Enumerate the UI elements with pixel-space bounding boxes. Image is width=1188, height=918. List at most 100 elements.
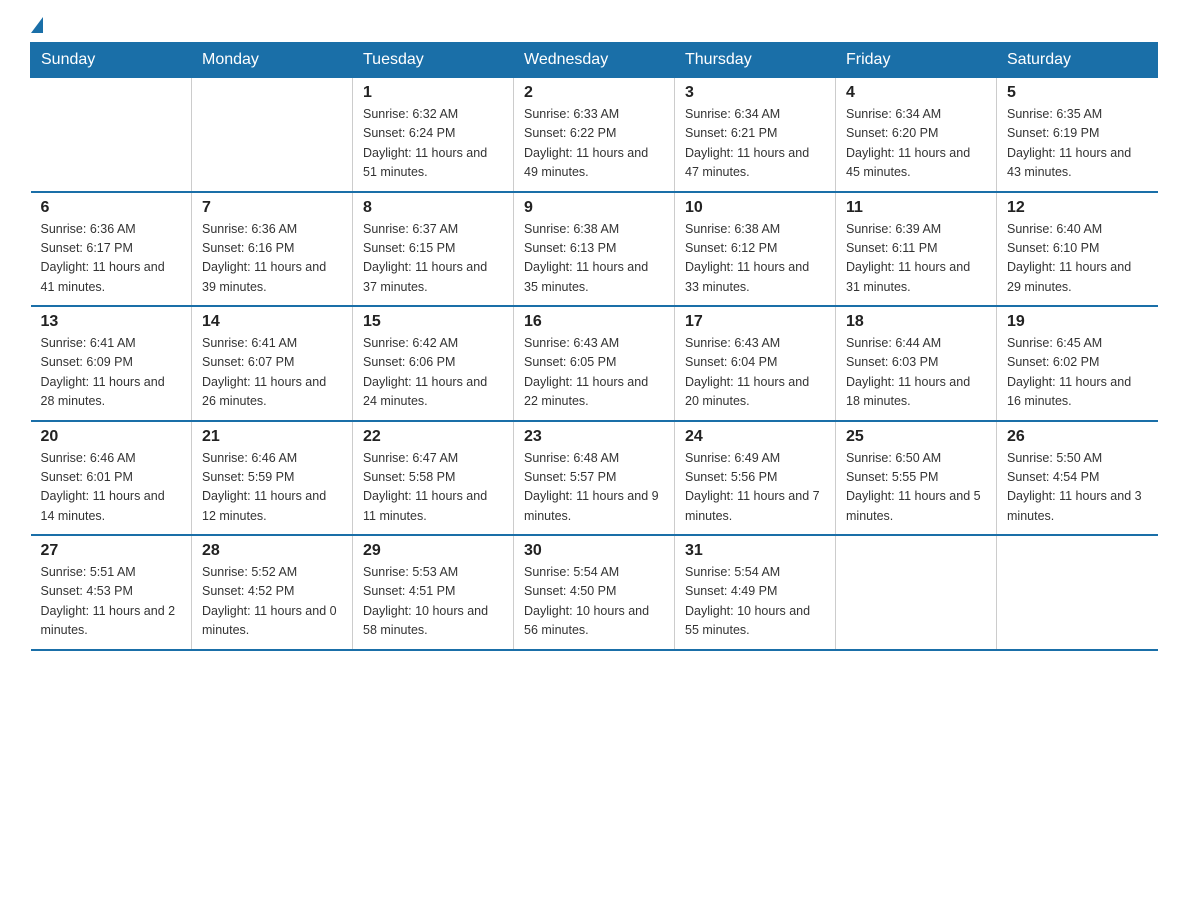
day-number: 28 — [202, 542, 342, 560]
day-info: Sunrise: 6:44 AM Sunset: 6:03 PM Dayligh… — [846, 334, 986, 412]
day-info: Sunrise: 6:48 AM Sunset: 5:57 PM Dayligh… — [524, 449, 664, 527]
calendar-cell: 25 Sunrise: 6:50 AM Sunset: 5:55 PM Dayli… — [836, 421, 997, 536]
calendar-cell: 23 Sunrise: 6:48 AM Sunset: 5:57 PM Dayli… — [514, 421, 675, 536]
day-info: Sunrise: 6:43 AM Sunset: 6:04 PM Dayligh… — [685, 334, 825, 412]
day-info: Sunrise: 6:38 AM Sunset: 6:12 PM Dayligh… — [685, 220, 825, 298]
calendar-cell: 3 Sunrise: 6:34 AM Sunset: 6:21 PM Daylig… — [675, 78, 836, 192]
day-info: Sunrise: 6:32 AM Sunset: 6:24 PM Dayligh… — [363, 105, 503, 183]
day-info: Sunrise: 6:35 AM Sunset: 6:19 PM Dayligh… — [1007, 105, 1148, 183]
calendar-week-row: 13 Sunrise: 6:41 AM Sunset: 6:09 PM Dayli… — [31, 306, 1158, 421]
column-header-sunday: Sunday — [31, 43, 192, 78]
day-info: Sunrise: 6:50 AM Sunset: 5:55 PM Dayligh… — [846, 449, 986, 527]
day-info: Sunrise: 6:41 AM Sunset: 6:09 PM Dayligh… — [41, 334, 182, 412]
calendar-cell: 8 Sunrise: 6:37 AM Sunset: 6:15 PM Daylig… — [353, 192, 514, 307]
day-number: 24 — [685, 428, 825, 446]
calendar-cell: 16 Sunrise: 6:43 AM Sunset: 6:05 PM Dayli… — [514, 306, 675, 421]
column-header-tuesday: Tuesday — [353, 43, 514, 78]
day-number: 8 — [363, 199, 503, 217]
calendar-cell: 31Sunrise: 5:54 AM Sunset: 4:49 PM Dayli… — [675, 535, 836, 650]
day-number: 26 — [1007, 428, 1148, 446]
day-number: 20 — [41, 428, 182, 446]
column-header-monday: Monday — [192, 43, 353, 78]
day-number: 7 — [202, 199, 342, 217]
calendar-week-row: 27 Sunrise: 5:51 AM Sunset: 4:53 PM Dayli… — [31, 535, 1158, 650]
day-number: 19 — [1007, 313, 1148, 331]
calendar-cell: 6Sunrise: 6:36 AM Sunset: 6:17 PM Daylig… — [31, 192, 192, 307]
calendar-cell: 21 Sunrise: 6:46 AM Sunset: 5:59 PM Dayli… — [192, 421, 353, 536]
day-info: Sunrise: 6:36 AM Sunset: 6:16 PM Dayligh… — [202, 220, 342, 298]
calendar-cell: 28Sunrise: 5:52 AM Sunset: 4:52 PM Dayli… — [192, 535, 353, 650]
day-number: 3 — [685, 84, 825, 102]
calendar-cell: 18 Sunrise: 6:44 AM Sunset: 6:03 PM Dayli… — [836, 306, 997, 421]
calendar-cell: 10 Sunrise: 6:38 AM Sunset: 6:12 PM Dayli… — [675, 192, 836, 307]
day-info: Sunrise: 6:46 AM Sunset: 5:59 PM Dayligh… — [202, 449, 342, 527]
calendar-cell: 9 Sunrise: 6:38 AM Sunset: 6:13 PM Daylig… — [514, 192, 675, 307]
day-number: 4 — [846, 84, 986, 102]
column-header-wednesday: Wednesday — [514, 43, 675, 78]
day-number: 6 — [41, 199, 182, 217]
day-info: Sunrise: 6:33 AM Sunset: 6:22 PM Dayligh… — [524, 105, 664, 183]
day-number: 30 — [524, 542, 664, 560]
calendar-cell: 22 Sunrise: 6:47 AM Sunset: 5:58 PM Dayli… — [353, 421, 514, 536]
day-number: 29 — [363, 542, 503, 560]
day-number: 10 — [685, 199, 825, 217]
day-number: 17 — [685, 313, 825, 331]
day-info: Sunrise: 5:53 AM Sunset: 4:51 PM Dayligh… — [363, 563, 503, 641]
calendar-cell: 13 Sunrise: 6:41 AM Sunset: 6:09 PM Dayli… — [31, 306, 192, 421]
calendar-cell: 17 Sunrise: 6:43 AM Sunset: 6:04 PM Dayli… — [675, 306, 836, 421]
calendar-cell: 14 Sunrise: 6:41 AM Sunset: 6:07 PM Dayli… — [192, 306, 353, 421]
calendar-cell — [997, 535, 1158, 650]
calendar-cell: 2 Sunrise: 6:33 AM Sunset: 6:22 PM Daylig… — [514, 78, 675, 192]
calendar-cell: 27 Sunrise: 5:51 AM Sunset: 4:53 PM Dayli… — [31, 535, 192, 650]
day-number: 14 — [202, 313, 342, 331]
day-info: Sunrise: 6:34 AM Sunset: 6:20 PM Dayligh… — [846, 105, 986, 183]
calendar-cell: 4 Sunrise: 6:34 AM Sunset: 6:20 PM Daylig… — [836, 78, 997, 192]
calendar-cell: 1 Sunrise: 6:32 AM Sunset: 6:24 PM Daylig… — [353, 78, 514, 192]
day-info: Sunrise: 6:37 AM Sunset: 6:15 PM Dayligh… — [363, 220, 503, 298]
day-number: 21 — [202, 428, 342, 446]
calendar-cell: 19 Sunrise: 6:45 AM Sunset: 6:02 PM Dayli… — [997, 306, 1158, 421]
calendar-week-row: 20 Sunrise: 6:46 AM Sunset: 6:01 PM Dayli… — [31, 421, 1158, 536]
calendar-cell: 24Sunrise: 6:49 AM Sunset: 5:56 PM Dayli… — [675, 421, 836, 536]
day-info: Sunrise: 6:39 AM Sunset: 6:11 PM Dayligh… — [846, 220, 986, 298]
calendar-cell: 11 Sunrise: 6:39 AM Sunset: 6:11 PM Dayli… — [836, 192, 997, 307]
day-number: 9 — [524, 199, 664, 217]
day-info: Sunrise: 6:46 AM Sunset: 6:01 PM Dayligh… — [41, 449, 182, 527]
calendar-cell: 15 Sunrise: 6:42 AM Sunset: 6:06 PM Dayli… — [353, 306, 514, 421]
day-number: 1 — [363, 84, 503, 102]
calendar-cell: 5 Sunrise: 6:35 AM Sunset: 6:19 PM Daylig… — [997, 78, 1158, 192]
day-info: Sunrise: 5:50 AM Sunset: 4:54 PM Dayligh… — [1007, 449, 1148, 527]
day-info: Sunrise: 6:43 AM Sunset: 6:05 PM Dayligh… — [524, 334, 664, 412]
calendar-cell: 7 Sunrise: 6:36 AM Sunset: 6:16 PM Daylig… — [192, 192, 353, 307]
calendar-cell: 20 Sunrise: 6:46 AM Sunset: 6:01 PM Dayli… — [31, 421, 192, 536]
calendar-cell: 29 Sunrise: 5:53 AM Sunset: 4:51 PM Dayli… — [353, 535, 514, 650]
day-number: 2 — [524, 84, 664, 102]
day-number: 25 — [846, 428, 986, 446]
day-info: Sunrise: 5:54 AM Sunset: 4:49 PM Dayligh… — [685, 563, 825, 641]
day-number: 16 — [524, 313, 664, 331]
day-info: Sunrise: 5:54 AM Sunset: 4:50 PM Dayligh… — [524, 563, 664, 641]
column-header-friday: Friday — [836, 43, 997, 78]
calendar-week-row: 1 Sunrise: 6:32 AM Sunset: 6:24 PM Daylig… — [31, 78, 1158, 192]
logo-arrow-icon — [31, 17, 43, 33]
column-header-thursday: Thursday — [675, 43, 836, 78]
day-number: 13 — [41, 313, 182, 331]
day-number: 23 — [524, 428, 664, 446]
day-info: Sunrise: 5:51 AM Sunset: 4:53 PM Dayligh… — [41, 563, 182, 641]
calendar-cell: 26 Sunrise: 5:50 AM Sunset: 4:54 PM Dayli… — [997, 421, 1158, 536]
day-info: Sunrise: 6:34 AM Sunset: 6:21 PM Dayligh… — [685, 105, 825, 183]
page-header — [30, 20, 1158, 32]
day-number: 22 — [363, 428, 503, 446]
day-number: 15 — [363, 313, 503, 331]
day-info: Sunrise: 6:42 AM Sunset: 6:06 PM Dayligh… — [363, 334, 503, 412]
day-number: 18 — [846, 313, 986, 331]
day-info: Sunrise: 6:47 AM Sunset: 5:58 PM Dayligh… — [363, 449, 503, 527]
day-info: Sunrise: 6:38 AM Sunset: 6:13 PM Dayligh… — [524, 220, 664, 298]
day-number: 11 — [846, 199, 986, 217]
day-info: Sunrise: 6:45 AM Sunset: 6:02 PM Dayligh… — [1007, 334, 1148, 412]
day-number: 27 — [41, 542, 182, 560]
day-info: Sunrise: 6:41 AM Sunset: 6:07 PM Dayligh… — [202, 334, 342, 412]
calendar-cell: 12Sunrise: 6:40 AM Sunset: 6:10 PM Dayli… — [997, 192, 1158, 307]
day-number: 5 — [1007, 84, 1148, 102]
logo — [30, 20, 43, 32]
